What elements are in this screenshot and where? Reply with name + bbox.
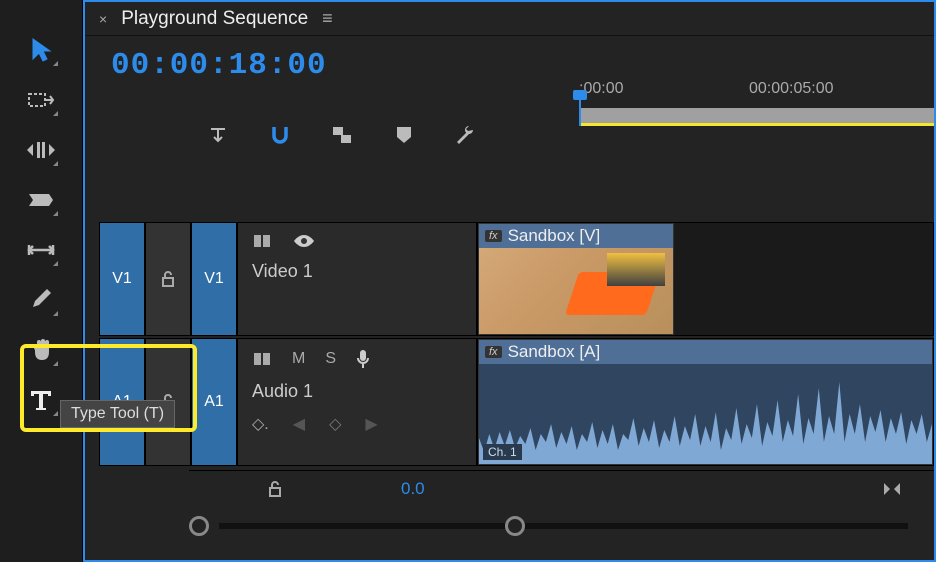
zoom-scrollbar[interactable] (189, 514, 918, 538)
track-select-tool[interactable] (22, 82, 60, 118)
type-tool-tooltip: Type Tool (T) (60, 400, 175, 428)
source-patch-v1[interactable]: V1 (99, 222, 145, 336)
add-keyframe-icon[interactable]: ◇ (329, 414, 341, 434)
toggle-track-output-icon[interactable] (292, 233, 316, 249)
track-header-v1: Video 1 (237, 222, 477, 336)
video-clip-sandbox[interactable]: fx Sandbox [V] (478, 223, 674, 335)
channel-label: Ch. 1 (483, 444, 522, 460)
clip-label: Sandbox [A] (508, 342, 601, 362)
video-track-v1: V1 V1 Video 1 fx Sandbox [V] (85, 222, 934, 336)
collapse-icon[interactable] (882, 481, 902, 497)
panel-menu-icon[interactable]: ≡ (322, 8, 333, 29)
audio-level-value[interactable]: 0.0 (401, 479, 425, 499)
time-ruler[interactable]: :00:00 00:00:05:00 00:0 (579, 80, 934, 116)
voiceover-mic-icon[interactable] (356, 349, 370, 369)
zoom-handle-left[interactable] (189, 516, 209, 536)
keyframe-diamond-icon[interactable]: ◇. (252, 414, 269, 434)
razor-tool[interactable] (22, 182, 60, 218)
prev-keyframe-icon[interactable]: ◀ (293, 414, 305, 434)
tools-sidebar (0, 0, 83, 562)
timeline-settings-row (205, 122, 479, 148)
audio-waveform: Ch. 1 (479, 364, 932, 464)
audio-clip-sandbox[interactable]: fx Sandbox [A] Ch. 1 (478, 339, 933, 465)
scroll-track[interactable] (219, 523, 908, 529)
ruler-bar[interactable] (579, 108, 934, 124)
sync-lock-icon[interactable] (252, 351, 272, 367)
track-name-v1: Video 1 (252, 261, 462, 282)
target-track-v1[interactable]: V1 (191, 222, 237, 336)
hand-tool[interactable] (22, 332, 60, 368)
timeline-bottom-bar: 0.0 (189, 470, 934, 506)
track-lane-v1[interactable]: fx Sandbox [V] (477, 222, 934, 336)
selection-tool[interactable] (22, 32, 60, 68)
clip-thumbnail (479, 248, 673, 334)
wrench-settings-icon[interactable] (453, 122, 479, 148)
track-lock-v1[interactable] (145, 222, 191, 336)
ripple-edit-tool[interactable] (22, 132, 60, 168)
panel-header: × Playground Sequence ≡ (85, 2, 934, 36)
marker-icon[interactable] (391, 122, 417, 148)
timeline-panel: × Playground Sequence ≡ 00:00:18:00 :00:… (83, 0, 936, 562)
track-name-a1: Audio 1 (252, 381, 462, 402)
insert-overwrite-icon[interactable] (205, 122, 231, 148)
next-keyframe-icon[interactable]: ▶ (365, 414, 377, 434)
mute-button[interactable]: M (292, 350, 305, 368)
ruler-tick: 00:00:05:00 (749, 80, 834, 98)
sequence-name[interactable]: Playground Sequence (121, 8, 308, 30)
track-lane-a1[interactable]: fx Sandbox [A] Ch. 1 (477, 338, 934, 466)
target-track-a1[interactable]: A1 (191, 338, 237, 466)
lock-all-icon[interactable] (267, 480, 283, 498)
sync-lock-icon[interactable] (252, 233, 272, 249)
snap-icon[interactable] (267, 122, 293, 148)
type-tool[interactable] (22, 382, 60, 418)
zoom-handle-right[interactable] (505, 516, 525, 536)
playhead-indicator[interactable] (579, 98, 581, 126)
close-panel-icon[interactable]: × (99, 11, 107, 27)
playhead-timecode[interactable]: 00:00:18:00 (85, 36, 934, 83)
pen-tool[interactable] (22, 282, 60, 318)
linked-selection-icon[interactable] (329, 122, 355, 148)
audio-track-a1: A1 A1 M S Audio 1 ◇. ◀ ◇ ▶ (85, 338, 934, 466)
solo-button[interactable]: S (325, 350, 336, 368)
clip-label: Sandbox [V] (508, 226, 601, 246)
slip-tool[interactable] (22, 232, 60, 268)
track-header-a1: M S Audio 1 ◇. ◀ ◇ ▶ (237, 338, 477, 466)
fx-badge-icon[interactable]: fx (485, 230, 502, 242)
fx-badge-icon[interactable]: fx (485, 346, 502, 358)
